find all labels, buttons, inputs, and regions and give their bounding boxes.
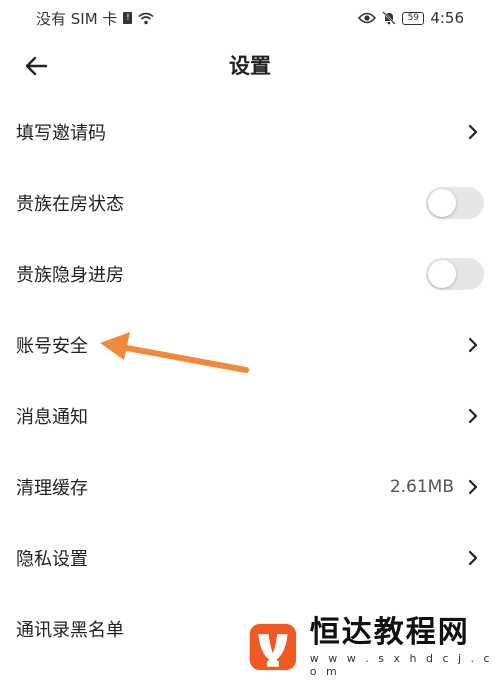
- wifi-icon: [138, 12, 154, 24]
- setting-noble-room-status: 贵族在房状态: [0, 167, 500, 238]
- sim-alert-icon: !: [123, 12, 133, 24]
- carrier-text: 没有 SIM 卡: [36, 9, 118, 28]
- setting-clear-cache[interactable]: 清理缓存 2.61MB: [0, 451, 500, 522]
- toggle-knob: [428, 259, 456, 288]
- cache-size-value: 2.61MB: [389, 476, 454, 497]
- chevron-right-icon: [468, 479, 478, 494]
- chevron-right-icon: [468, 550, 478, 565]
- setting-label: 填写邀请码: [16, 122, 106, 144]
- chevron-right-icon: [468, 408, 478, 423]
- settings-list: 填写邀请码 贵族在房状态 贵族隐身进房 账号安全 消息通知 清理缓存 2.61M…: [0, 96, 500, 664]
- noble-room-status-toggle[interactable]: [426, 186, 484, 219]
- page-title: 设置: [229, 54, 271, 78]
- eye-icon: [358, 12, 377, 24]
- watermark: 恒达教程网 w w w . s x h d c j . c o m: [248, 616, 498, 678]
- chevron-right-icon: [468, 337, 478, 352]
- clock: 4:56: [430, 9, 464, 27]
- setting-label: 通讯录黑名单: [16, 619, 124, 641]
- status-left: 没有 SIM 卡 !: [36, 8, 154, 29]
- orange-arrow-annotation-icon: [100, 332, 249, 373]
- chevron-right-icon: [468, 124, 478, 139]
- setting-invite-code[interactable]: 填写邀请码: [0, 96, 500, 167]
- setting-label: 消息通知: [16, 406, 88, 428]
- noble-invisible-toggle[interactable]: [426, 257, 484, 290]
- watermark-title: 恒达教程网: [309, 615, 470, 650]
- setting-label: 贵族隐身进房: [16, 264, 124, 286]
- setting-noble-invisible-enter: 贵族隐身进房: [0, 238, 500, 309]
- status-right: 59 4:56: [358, 9, 464, 27]
- toggle-knob: [428, 188, 456, 217]
- setting-privacy[interactable]: 隐私设置: [0, 522, 500, 593]
- setting-notifications[interactable]: 消息通知: [0, 380, 500, 451]
- watermark-logo-icon: [249, 623, 297, 671]
- setting-label: 清理缓存: [16, 477, 88, 499]
- battery-icon: 59: [402, 11, 425, 25]
- setting-label: 账号安全: [16, 335, 88, 357]
- setting-label: 贵族在房状态: [16, 193, 124, 215]
- app-header: 设置: [0, 36, 500, 96]
- status-bar: 没有 SIM 卡 ! 59 4:56: [0, 0, 500, 36]
- setting-label: 隐私设置: [16, 548, 88, 570]
- mute-bell-icon: [382, 11, 397, 25]
- watermark-url: w w w . s x h d c j . c o m: [309, 652, 493, 678]
